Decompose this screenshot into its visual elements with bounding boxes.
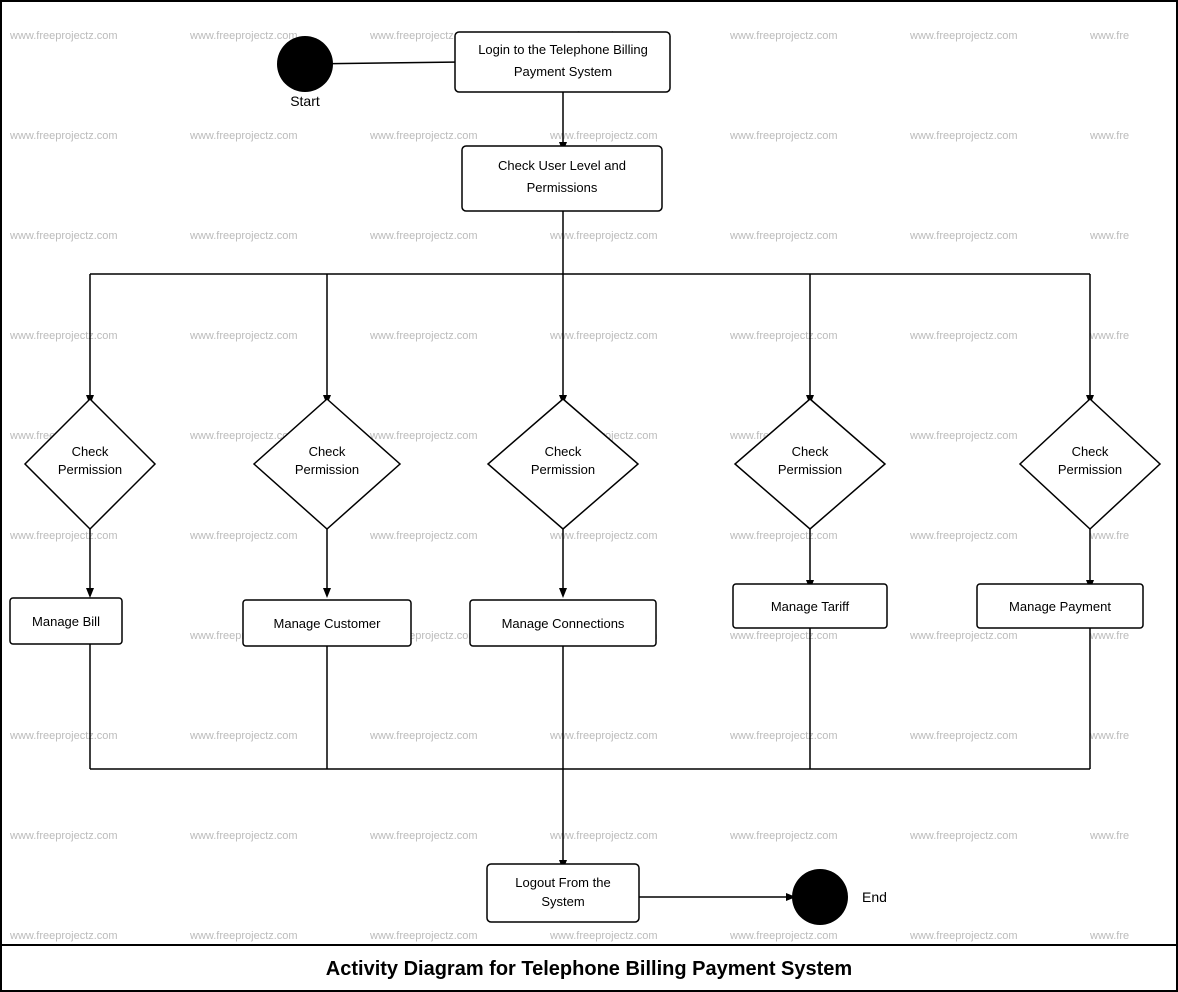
login-text-1: Login to the Telephone Billing: [478, 42, 648, 57]
check-perm-label-3a: Check: [545, 444, 582, 459]
start-circle: [277, 36, 333, 92]
svg-text:www.freeprojectz.com: www.freeprojectz.com: [189, 830, 298, 842]
svg-text:www.freeprojectz.com: www.freeprojectz.com: [909, 630, 1018, 642]
manage-tariff-label: Manage Tariff: [771, 599, 850, 614]
check-perm-label-4b: Permission: [778, 462, 842, 477]
diagram-svg: www.freeprojectz.com www.freeprojectz.co…: [0, 0, 1178, 992]
svg-text:www.freeprojectz.com: www.freeprojectz.com: [549, 930, 658, 942]
svg-text:www.freeprojectz.com: www.freeprojectz.com: [729, 630, 838, 642]
manage-connections-label: Manage Connections: [502, 616, 625, 631]
check-perm-label-3b: Permission: [531, 462, 595, 477]
logout-text-2: System: [541, 894, 584, 909]
svg-text:www.freeprojectz.com: www.freeprojectz.com: [729, 230, 838, 242]
svg-text:www.freeprojectz.com: www.freeprojectz.com: [189, 530, 298, 542]
check-perm-label-2b: Permission: [295, 462, 359, 477]
check-perm-label-4a: Check: [792, 444, 829, 459]
svg-text:www.freeprojectz.com: www.freeprojectz.com: [909, 530, 1018, 542]
check-perm-label-5b: Permission: [1058, 462, 1122, 477]
svg-text:www.freeprojectz.com: www.freeprojectz.com: [909, 130, 1018, 142]
svg-text:www.fre: www.fre: [1089, 630, 1129, 642]
svg-text:www.freeprojectz.com: www.freeprojectz.com: [549, 730, 658, 742]
svg-text:www.fre: www.fre: [1089, 30, 1129, 42]
svg-text:www.freeprojectz.com: www.freeprojectz.com: [369, 530, 478, 542]
svg-text:www.fre: www.fre: [1089, 830, 1129, 842]
svg-text:www.freeprojectz.com: www.freeprojectz.com: [729, 330, 838, 342]
check-perm-label-1a: Check: [72, 444, 109, 459]
svg-text:www.freeprojectz.com: www.freeprojectz.com: [189, 730, 298, 742]
diagram-title: Activity Diagram for Telephone Billing P…: [326, 958, 852, 981]
svg-text:www.freeprojectz.com: www.freeprojectz.com: [909, 930, 1018, 942]
check-perm-label-1b: Permission: [58, 462, 122, 477]
svg-text:www.fre: www.fre: [1089, 230, 1129, 242]
svg-text:www.freeprojectz.com: www.freeprojectz.com: [189, 230, 298, 242]
check-perm-label-5a: Check: [1072, 444, 1109, 459]
svg-text:www.freeprojectz.com: www.freeprojectz.com: [189, 30, 298, 42]
svg-text:www.fre: www.fre: [1089, 730, 1129, 742]
svg-text:www.freeprojectz.com: www.freeprojectz.com: [369, 930, 478, 942]
svg-text:www.freeprojectz.com: www.freeprojectz.com: [729, 930, 838, 942]
svg-text:www.freeprojectz.com: www.freeprojectz.com: [729, 130, 838, 142]
svg-text:www.freeprojectz.com: www.freeprojectz.com: [369, 230, 478, 242]
svg-text:www.freeprojectz.com: www.freeprojectz.com: [9, 230, 118, 242]
manage-customer-label: Manage Customer: [274, 616, 382, 631]
manage-bill-label: Manage Bill: [32, 614, 100, 629]
svg-text:www.freeprojectz.com: www.freeprojectz.com: [909, 30, 1018, 42]
svg-text:www.freeprojectz.com: www.freeprojectz.com: [549, 530, 658, 542]
svg-text:www.freeprojectz.com: www.freeprojectz.com: [189, 130, 298, 142]
svg-text:www.freeprojectz.com: www.freeprojectz.com: [9, 330, 118, 342]
svg-text:www.freeprojectz.com: www.freeprojectz.com: [909, 430, 1018, 442]
svg-text:www.freeprojectz.com: www.freeprojectz.com: [549, 330, 658, 342]
svg-text:www.freeprojectz.com: www.freeprojectz.com: [9, 530, 118, 542]
svg-text:www.freeprojectz.com: www.freeprojectz.com: [9, 130, 118, 142]
svg-text:www.freeprojectz.com: www.freeprojectz.com: [909, 330, 1018, 342]
svg-text:www.fre: www.fre: [1089, 130, 1129, 142]
svg-text:www.freeprojectz.com: www.freeprojectz.com: [909, 730, 1018, 742]
check-user-text-1: Check User Level and: [498, 158, 626, 173]
svg-text:www.fre: www.fre: [1089, 530, 1129, 542]
logout-box: [487, 864, 639, 922]
svg-text:www.freeprojectz.com: www.freeprojectz.com: [729, 730, 838, 742]
check-user-level-box: [462, 146, 662, 211]
svg-text:www.freeprojectz.com: www.freeprojectz.com: [9, 730, 118, 742]
svg-text:www.freeprojectz.com: www.freeprojectz.com: [909, 230, 1018, 242]
svg-text:www.freeprojectz.com: www.freeprojectz.com: [369, 430, 478, 442]
login-text-2: Payment System: [514, 64, 612, 79]
svg-text:www.freeprojectz.com: www.freeprojectz.com: [729, 830, 838, 842]
svg-text:www.freeprojectz.com: www.freeprojectz.com: [369, 130, 478, 142]
svg-text:www.freeprojectz.com: www.freeprojectz.com: [549, 230, 658, 242]
svg-text:www.freeprojectz.com: www.freeprojectz.com: [729, 530, 838, 542]
svg-text:www.freeprojectz.com: www.freeprojectz.com: [9, 930, 118, 942]
svg-text:www.freeprojectz.com: www.freeprojectz.com: [9, 30, 118, 42]
svg-text:www.freeprojectz.com: www.freeprojectz.com: [189, 330, 298, 342]
svg-text:www.freeprojectz.com: www.freeprojectz.com: [729, 30, 838, 42]
svg-text:www.fre: www.fre: [1089, 930, 1129, 942]
svg-text:www.freeprojectz.com: www.freeprojectz.com: [9, 830, 118, 842]
manage-payment-label: Manage Payment: [1009, 599, 1111, 614]
svg-text:www.freeprojectz.com: www.freeprojectz.com: [909, 830, 1018, 842]
login-box: [455, 32, 670, 92]
end-circle: [792, 869, 848, 925]
svg-text:www.fre: www.fre: [1089, 330, 1129, 342]
logout-text-1: Logout From the: [515, 875, 610, 890]
check-perm-label-2a: Check: [309, 444, 346, 459]
svg-text:www.freeprojectz.com: www.freeprojectz.com: [369, 330, 478, 342]
svg-text:www.freeprojectz.com: www.freeprojectz.com: [369, 830, 478, 842]
start-label: Start: [290, 93, 320, 109]
check-user-text-2: Permissions: [527, 180, 598, 195]
title-bar: Activity Diagram for Telephone Billing P…: [0, 944, 1178, 992]
svg-text:www.freeprojectz.com: www.freeprojectz.com: [369, 730, 478, 742]
end-label: End: [862, 889, 887, 905]
svg-text:www.freeprojectz.com: www.freeprojectz.com: [549, 130, 658, 142]
svg-text:www.freeprojectz.com: www.freeprojectz.com: [549, 830, 658, 842]
svg-text:www.freeprojectz.com: www.freeprojectz.com: [189, 930, 298, 942]
